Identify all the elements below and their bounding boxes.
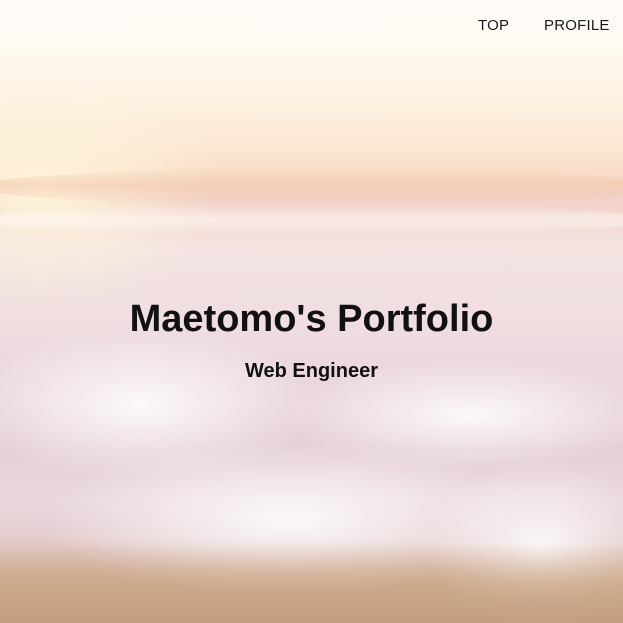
hero-foam (420, 460, 623, 623)
hero-wave (0, 168, 623, 206)
hero-wave (0, 205, 623, 235)
hero-section: TOP PROFILE Maetomo's Portfolio Web Engi… (0, 0, 623, 623)
nav-link-profile[interactable]: PROFILE (544, 17, 610, 34)
hero-title: Maetomo's Portfolio (129, 298, 494, 340)
hero-foam (0, 330, 320, 480)
nav-link-top[interactable]: TOP (478, 17, 509, 34)
hero-subtitle: Web Engineer (245, 360, 378, 382)
hero-foam (40, 440, 540, 600)
hero-sand (0, 543, 623, 623)
header-nav: TOP PROFILE (0, 0, 623, 50)
